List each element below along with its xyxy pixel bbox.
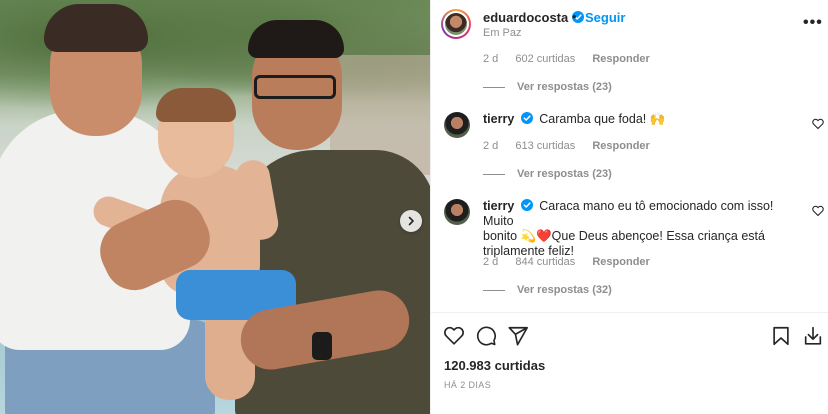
verified-badge-icon (520, 199, 533, 211)
carousel-next-button[interactable] (400, 210, 422, 232)
comment-likes[interactable]: 844 curtidas (515, 256, 575, 268)
post-location[interactable]: Em Paz (483, 27, 522, 39)
bookmark-icon[interactable] (770, 325, 792, 347)
photo-man-left-hair (44, 4, 148, 52)
commenter-avatar[interactable] (444, 199, 470, 225)
comment-meta: 2 d 602 curtidas Responder (483, 53, 664, 65)
comment-like-icon[interactable] (812, 118, 824, 130)
comment-text: tierry Caramba que foda! 🙌 (483, 112, 783, 127)
comment-meta: 2 d 844 curtidas Responder (483, 256, 664, 268)
view-replies-line (483, 86, 505, 88)
comment-like-icon[interactable] (812, 205, 824, 217)
download-icon[interactable] (802, 325, 824, 347)
comment-time: 2 d (483, 256, 499, 268)
photo-man-right-hair (248, 20, 344, 58)
view-replies-button[interactable]: Ver respostas (32) (483, 284, 612, 296)
chevron-right-icon (408, 216, 414, 226)
view-replies-button[interactable]: Ver respostas (23) (483, 168, 612, 180)
post-time-ago[interactable]: HÁ 2 DIAS (444, 380, 491, 390)
commenter-avatar[interactable] (444, 112, 470, 138)
photo-man-right-glasses (254, 75, 336, 99)
post-side-panel: eduardocosta • Seguir Em Paz ••• 2 d 602… (430, 0, 828, 414)
post-likes-count[interactable]: 120.983 curtidas (444, 358, 545, 373)
comment-time: 2 d (483, 53, 499, 65)
view-replies-line (483, 173, 505, 175)
photo-baby-hair (156, 88, 236, 122)
comment-meta: 2 d 613 curtidas Responder (483, 140, 664, 152)
view-replies-label[interactable]: Ver respostas (23) (517, 81, 612, 93)
comment-time: 2 d (483, 140, 499, 152)
view-replies-label[interactable]: Ver respostas (32) (517, 284, 612, 296)
comment-icon[interactable] (475, 325, 497, 347)
paper-plane-icon[interactable] (507, 325, 529, 347)
author-username-text[interactable]: eduardocosta (483, 10, 568, 25)
commenter-username[interactable]: tierry (483, 199, 514, 213)
comment-body-line-2: bonito 💫❤️Que Deus abençoe! Essa criança… (483, 229, 765, 243)
verified-badge-icon (520, 112, 533, 124)
follow-button[interactable]: Seguir (585, 10, 625, 25)
view-replies-line (483, 289, 505, 291)
post-photo[interactable] (0, 0, 430, 414)
view-replies-label[interactable]: Ver respostas (23) (517, 168, 612, 180)
view-replies-button[interactable]: Ver respostas (23) (483, 81, 612, 93)
photo-smartwatch (312, 332, 332, 360)
reply-button[interactable]: Responder (592, 53, 649, 65)
heart-icon[interactable] (443, 325, 465, 347)
author-avatar[interactable] (441, 9, 471, 39)
commenter-username[interactable]: tierry (483, 112, 514, 126)
author-username[interactable]: eduardocosta (483, 10, 584, 25)
more-options-button[interactable]: ••• (803, 14, 823, 32)
reply-button[interactable]: Responder (592, 256, 649, 268)
header-separator: • (572, 9, 577, 24)
post-header: eduardocosta • Seguir Em Paz ••• (431, 0, 828, 48)
comment-likes[interactable]: 602 curtidas (515, 53, 575, 65)
reply-button[interactable]: Responder (592, 140, 649, 152)
comment-likes[interactable]: 613 curtidas (515, 140, 575, 152)
post-actions-bar: 120.983 curtidas HÁ 2 DIAS (431, 312, 828, 414)
comment-body: Caramba que foda! 🙌 (539, 112, 666, 126)
author-avatar-image (445, 13, 467, 35)
comment-line-1: tierry Caraca mano eu tô emocionado com … (483, 199, 803, 229)
comment-text: tierry Caraca mano eu tô emocionado com … (483, 199, 803, 259)
